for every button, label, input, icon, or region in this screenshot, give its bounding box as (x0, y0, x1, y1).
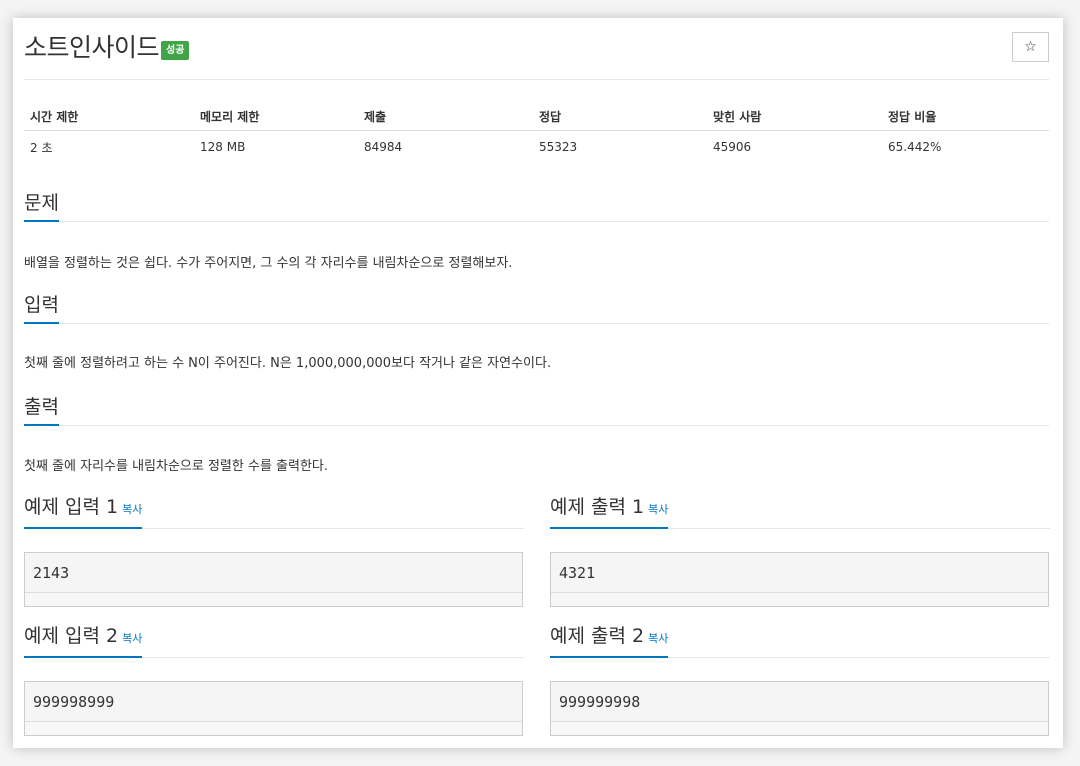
stats-value-accept-ratio: 65.442% (888, 140, 942, 155)
sample-input-1-value: 2143 (33, 564, 70, 582)
sample-output-1-header: 예제 출력 1 복사 (550, 493, 1050, 529)
sample-output-2-title: 예제 출력 2 (550, 625, 645, 647)
stats-value-accepted: 55323 (539, 140, 578, 155)
sample-input-1-box: 2143 (24, 552, 523, 607)
stats-value-time-limit: 2 초 (30, 140, 53, 155)
input-title: 입력 (24, 292, 59, 324)
sample-input-1-title: 예제 입력 1 (24, 496, 119, 518)
stats-header-time-limit: 시간 제한 (24, 104, 194, 131)
output-text: 첫째 줄에 자리수를 내림차순으로 정렬한 수를 출력한다. (24, 459, 329, 474)
sample-output-2-value: 999999998 (559, 693, 641, 711)
input-section-header: 입력 (24, 292, 1049, 324)
star-button[interactable]: ☆ (1012, 32, 1049, 62)
stats-header-submissions: 제출 (358, 104, 533, 131)
stats-value-row: 2 초 128 MB 84984 55323 45906 65.442% (24, 130, 1049, 164)
description-title: 문제 (24, 190, 59, 222)
stats-header-accept-ratio: 정답 비율 (882, 104, 1049, 131)
stats-header-memory-limit: 메모리 제한 (194, 104, 358, 131)
copy-sample-output-1-link[interactable]: 복사 (648, 503, 668, 516)
sample-input-2-header: 예제 입력 2 복사 (24, 622, 524, 658)
description-text: 배열을 정렬하는 것은 쉽다. 수가 주어지면, 그 수의 각 자리수를 내림차… (24, 256, 513, 271)
stats-value-submissions: 84984 (364, 140, 403, 155)
sample-output-2-header: 예제 출력 2 복사 (550, 622, 1050, 658)
sample-input-1-footer (25, 592, 522, 606)
sample-input-1-header: 예제 입력 1 복사 (24, 493, 524, 529)
sample-input-2-box: 999998999 (24, 681, 523, 736)
copy-sample-output-2-link[interactable]: 복사 (648, 632, 668, 645)
stats-header-row: 시간 제한 메모리 제한 제출 정답 맞힌 사람 정답 비율 (24, 104, 1049, 131)
sample-output-2-footer (551, 721, 1048, 735)
output-section-header: 출력 (24, 394, 1049, 426)
problem-stats-table: 시간 제한 메모리 제한 제출 정답 맞힌 사람 정답 비율 2 초 128 M… (24, 104, 1049, 164)
description-section-header: 문제 (24, 190, 1049, 222)
copy-sample-input-2-link[interactable]: 복사 (122, 632, 142, 645)
stats-header-solved-users: 맞힌 사람 (707, 104, 882, 131)
sample-input-2-footer (25, 721, 522, 735)
sample-output-1-footer (551, 592, 1048, 606)
problem-header: 소트인사이드 성공 ☆ (24, 32, 1049, 80)
star-icon: ☆ (1024, 39, 1037, 55)
output-title: 출력 (24, 394, 59, 426)
stats-header-accepted: 정답 (533, 104, 707, 131)
sample-output-1-title: 예제 출력 1 (550, 496, 645, 518)
sample-input-2-value: 999998999 (33, 693, 115, 711)
sample-output-2-box: 999999998 (550, 681, 1049, 736)
sample-output-1-box: 4321 (550, 552, 1049, 607)
copy-sample-input-1-link[interactable]: 복사 (122, 503, 142, 516)
stats-value-solved-users: 45906 (713, 140, 752, 155)
sample-output-1-value: 4321 (559, 564, 596, 582)
status-badge: 성공 (161, 41, 190, 60)
input-text: 첫째 줄에 정렬하려고 하는 수 N이 주어진다. N은 1,000,000,0… (24, 356, 552, 371)
problem-title: 소트인사이드 (24, 33, 160, 62)
sample-input-2-title: 예제 입력 2 (24, 625, 119, 647)
problem-card: 소트인사이드 성공 ☆ 시간 제한 메모리 제한 제출 정답 맞힌 사람 정답 … (13, 18, 1063, 748)
stats-value-memory-limit: 128 MB (200, 140, 246, 155)
